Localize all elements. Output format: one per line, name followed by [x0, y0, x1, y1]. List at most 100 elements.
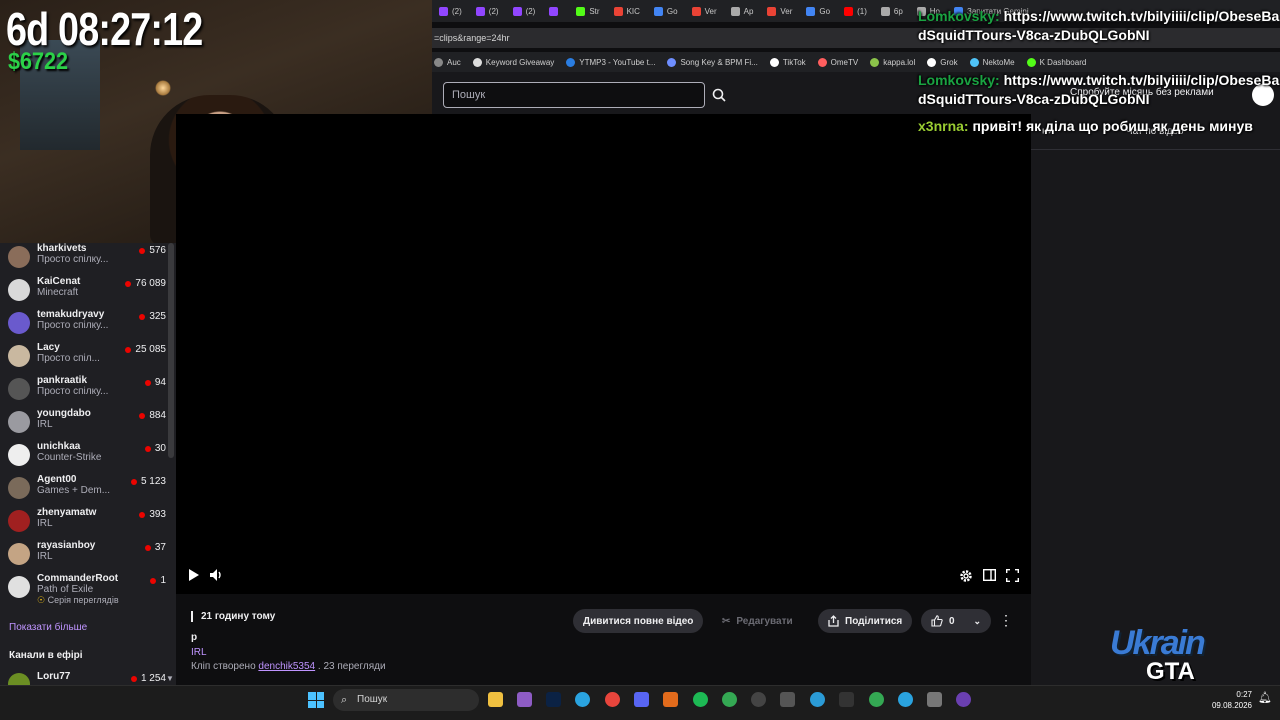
chat-message-text: привіт! як діла що робиш як день минув [972, 118, 1253, 134]
search-button[interactable] [706, 82, 732, 108]
settings-button[interactable] [959, 569, 973, 586]
discord-icon[interactable] [634, 692, 649, 707]
bookmark-item[interactable]: Auc [434, 57, 461, 67]
sidebar-channel-temakudryavy[interactable]: temakudryavy Просто спілку... 325 [8, 309, 166, 342]
browser-tab[interactable]: 6p [874, 0, 910, 22]
fullscreen-button[interactable] [1006, 569, 1019, 585]
calculator-icon[interactable] [927, 692, 942, 707]
chevron-down-icon[interactable]: ⌄ [973, 616, 981, 627]
viewer-count: 25 085 [125, 344, 166, 355]
sidebar-channel-rayasianboy[interactable]: rayasianboy IRL 37 [8, 540, 166, 573]
browser-tab[interactable]: Str [569, 0, 606, 22]
share-button[interactable]: Поділитися [818, 609, 913, 633]
tab-favicon-icon [613, 6, 623, 16]
bookmark-item[interactable]: TikTok [769, 57, 806, 67]
viewer-count: 5 123 [130, 476, 166, 487]
browser-tab[interactable]: Ver [685, 0, 724, 22]
sidebar-channel-pankraatik[interactable]: pankraatik Просто спілку... 94 [8, 375, 166, 408]
theatre-mode-button[interactable] [982, 568, 997, 584]
sidebar-channel-kaicenat[interactable]: KaiCenat Minecraft 76 089 [8, 276, 166, 309]
bookmark-label: Keyword Giveaway [485, 57, 555, 67]
bookmark-item[interactable]: Grok [927, 57, 958, 67]
browser-tab[interactable]: (2) [469, 0, 506, 22]
system-clock[interactable]: 0:27 09.08.2026 [1208, 689, 1252, 711]
spotify-icon[interactable] [693, 692, 708, 707]
live-dot-icon [139, 412, 146, 419]
browser-tab[interactable]: (2) [506, 0, 543, 22]
notification-bell-icon[interactable]: 🔔︎ [1258, 691, 1272, 704]
bookmark-item[interactable]: NektoMe [969, 57, 1015, 67]
taskbar-search[interactable]: ⌕ Пошук [333, 689, 479, 711]
edge-icon[interactable] [810, 692, 825, 707]
chat-username: Lomkovsky: [918, 8, 1000, 24]
sidebar-channel-zhenyamatw[interactable]: zhenyamatw IRL 393 [8, 507, 166, 540]
browser-tab[interactable]: (1) [837, 0, 874, 22]
app-icon[interactable] [780, 692, 795, 707]
telegram-icon[interactable] [575, 692, 590, 707]
scroll-down-icon[interactable]: ▼ [166, 674, 174, 683]
sidebar-channel-agent00[interactable]: Agent00 Games + Dem... 5 123 [8, 474, 166, 507]
browser-tab[interactable]: Go [799, 0, 837, 22]
bookmark-item[interactable]: K Dashboard [1026, 57, 1086, 67]
photoshop-icon[interactable] [546, 692, 561, 707]
sidebar-scrollbar[interactable] [168, 243, 174, 458]
chat-message-text: dSquidTTours-V8ca-zDubQLGobNI [918, 91, 1150, 107]
video-player[interactable] [176, 114, 1031, 594]
chrome-active-icon[interactable] [869, 692, 884, 707]
sidebar-channel-youngdabo[interactable]: youngdabo IRL 884 [8, 408, 166, 441]
terminal-icon[interactable] [839, 692, 854, 707]
browser-tab[interactable]: (2) [432, 0, 469, 22]
bookmark-item[interactable]: OmeTV [817, 57, 858, 67]
channel-name: Lacy [37, 342, 60, 353]
tab-label: Go [666, 6, 678, 16]
browser-tab[interactable]: KIC [607, 0, 647, 22]
clip-category-link[interactable]: IRL [191, 647, 207, 658]
bookmark-item[interactable]: Song Key & BPM Fi... [667, 57, 758, 67]
bookmark-item[interactable]: kappa.lol [870, 57, 916, 67]
channel-category: IRL [37, 518, 53, 529]
like-button[interactable]: 0 ⌄ [921, 609, 991, 633]
fl-studio-icon[interactable] [663, 692, 678, 707]
viewer-count-value: 94 [154, 377, 166, 388]
app-icon[interactable] [517, 692, 532, 707]
watch-full-video-button[interactable]: Дивитися повне відео [573, 609, 704, 633]
bookmark-favicon-icon [667, 57, 677, 67]
tab-label: (2) [488, 6, 499, 16]
channel-avatar [8, 576, 30, 598]
more-options-icon[interactable]: ⋮ [999, 612, 1013, 629]
obs-icon[interactable] [751, 692, 766, 707]
play-button[interactable] [188, 569, 200, 584]
live-channel-row[interactable]: Loru77 1 254 [8, 671, 166, 685]
browser-tab[interactable]: Go [647, 0, 685, 22]
browser-tab[interactable]: Ap [724, 0, 761, 22]
sidebar-channel-unichkaa[interactable]: unichkaa Counter-Strike 30 [8, 441, 166, 474]
windows-start-icon[interactable] [308, 692, 324, 708]
tab-label: (2) [452, 6, 462, 16]
streak-icon: ☉ [37, 595, 48, 605]
browser-tab[interactable]: Ver [760, 0, 799, 22]
chrome-profile-icon[interactable] [722, 692, 737, 707]
sidebar-channel-lacy[interactable]: Lacy Просто спіл... 25 085 [8, 342, 166, 375]
volume-button[interactable] [210, 569, 224, 584]
tab-favicon-icon [653, 6, 663, 16]
channel-category: Просто спіл... [37, 353, 100, 364]
watch-streak: ☉ Серія переглядів 2 [37, 595, 121, 606]
sidebar-channel-commanderroot[interactable]: CommanderRoot Path of Exile ☉ Серія перегл… [8, 573, 166, 606]
bookmark-item[interactable]: YTMP3 - YouTube t... [566, 57, 655, 67]
show-more-link[interactable]: Показати більше [9, 622, 87, 633]
edit-button[interactable]: ✂ Редагувати [712, 609, 803, 633]
chrome-icon[interactable] [605, 692, 620, 707]
live-dot-icon [130, 478, 137, 485]
file-explorer-icon[interactable] [488, 692, 503, 707]
bookmark-label: kappa.lol [883, 57, 916, 67]
media-player-icon[interactable] [956, 692, 971, 707]
search-input[interactable]: Пошук [443, 82, 705, 108]
channel-name: Agent00 [37, 474, 77, 485]
channel-text: unichkaa Counter-Strike [37, 441, 121, 463]
webcam-lamp [155, 80, 171, 96]
telegram-alt-icon[interactable] [898, 692, 913, 707]
sidebar-channel-kharkivets[interactable]: kharkivets Просто спілку... 576 [8, 243, 166, 276]
bookmark-item[interactable]: Keyword Giveaway [472, 57, 555, 67]
creator-link[interactable]: denchik5354 [258, 661, 315, 672]
browser-tab[interactable] [542, 0, 569, 22]
